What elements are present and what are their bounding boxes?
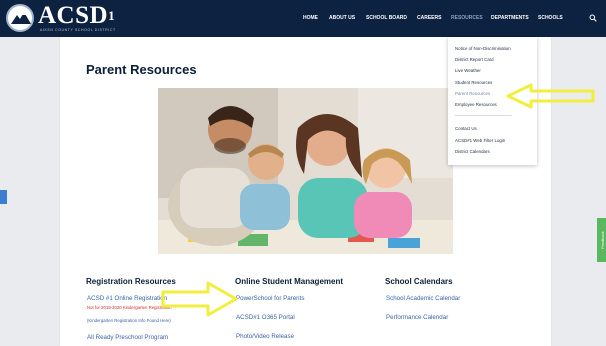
district-logo-icon[interactable] (6, 4, 34, 32)
menu-item-report-card[interactable]: District Report Card (455, 57, 494, 62)
online-student-management-heading: Online Student Management (235, 277, 344, 286)
logo-wordmark[interactable]: ACSD1 (38, 2, 115, 30)
page-title: Parent Resources (86, 62, 197, 77)
nav-departments[interactable]: DEPARTMENTS (491, 15, 529, 25)
school-calendars-heading: School Calendars (385, 277, 453, 286)
top-navbar: ACSD1 AIKEN COUNTY SCHOOL DISTRICT HOME … (0, 0, 606, 37)
kindergarten-info-link[interactable]: (Kindergarten Registration Info Found He… (87, 318, 171, 323)
kindergarten-note: Not for 2019-2020 Kindergarten Registrat… (87, 305, 172, 310)
academic-calendar-link[interactable]: School Academic Calendar (386, 295, 460, 302)
online-registration-link[interactable]: ACSD #1 Online Registration (87, 295, 167, 302)
performance-calendar-link[interactable]: Performance Calendar (386, 314, 448, 321)
photo-video-release-link[interactable]: Photo/Video Release (236, 333, 294, 340)
nav-schools[interactable]: SCHOOLS (538, 15, 563, 25)
nav-school-board[interactable]: SCHOOL BOARD (366, 15, 407, 25)
o365-portal-link[interactable]: ACSD#1 O365 Portal (236, 314, 295, 321)
menu-item-district-calendars[interactable]: District Calendars (455, 149, 490, 154)
search-icon[interactable] (589, 14, 597, 22)
preschool-program-link[interactable]: All Ready Preschool Program (87, 334, 168, 341)
nav-careers[interactable]: CAREERS (417, 15, 441, 25)
nav-about-us[interactable]: ABOUT US (329, 15, 355, 25)
menu-item-web-filter-login[interactable]: ACSD#1 Web Filter Login (455, 138, 505, 143)
menu-separator: ————————————— (455, 113, 513, 118)
menu-item-employee-resources[interactable]: Employee Resources (455, 102, 497, 107)
nav-home[interactable]: HOME (303, 15, 318, 25)
menu-item-non-discrimination[interactable]: Notice of Non-Discrimination (455, 46, 511, 51)
powerschool-link[interactable]: PowerSchool for Parents (236, 295, 304, 302)
menu-item-student-resources[interactable]: Student Resources (455, 80, 492, 85)
menu-item-live-weather[interactable]: Live Weather (455, 68, 481, 73)
feedback-label[interactable]: Feedback (600, 220, 605, 260)
menu-item-parent-resources[interactable]: Parent Resources (455, 91, 490, 96)
arrow-powerschool-icon (161, 281, 238, 317)
side-tab[interactable] (0, 190, 7, 204)
family-photo (158, 88, 453, 254)
nav-resources[interactable]: RESOURCES (451, 15, 483, 25)
logo-subtitle: AIKEN COUNTY SCHOOL DISTRICT (40, 28, 116, 32)
menu-item-contact-us[interactable]: Contact Us (455, 126, 477, 131)
arrow-parent-resources-icon (506, 83, 595, 109)
